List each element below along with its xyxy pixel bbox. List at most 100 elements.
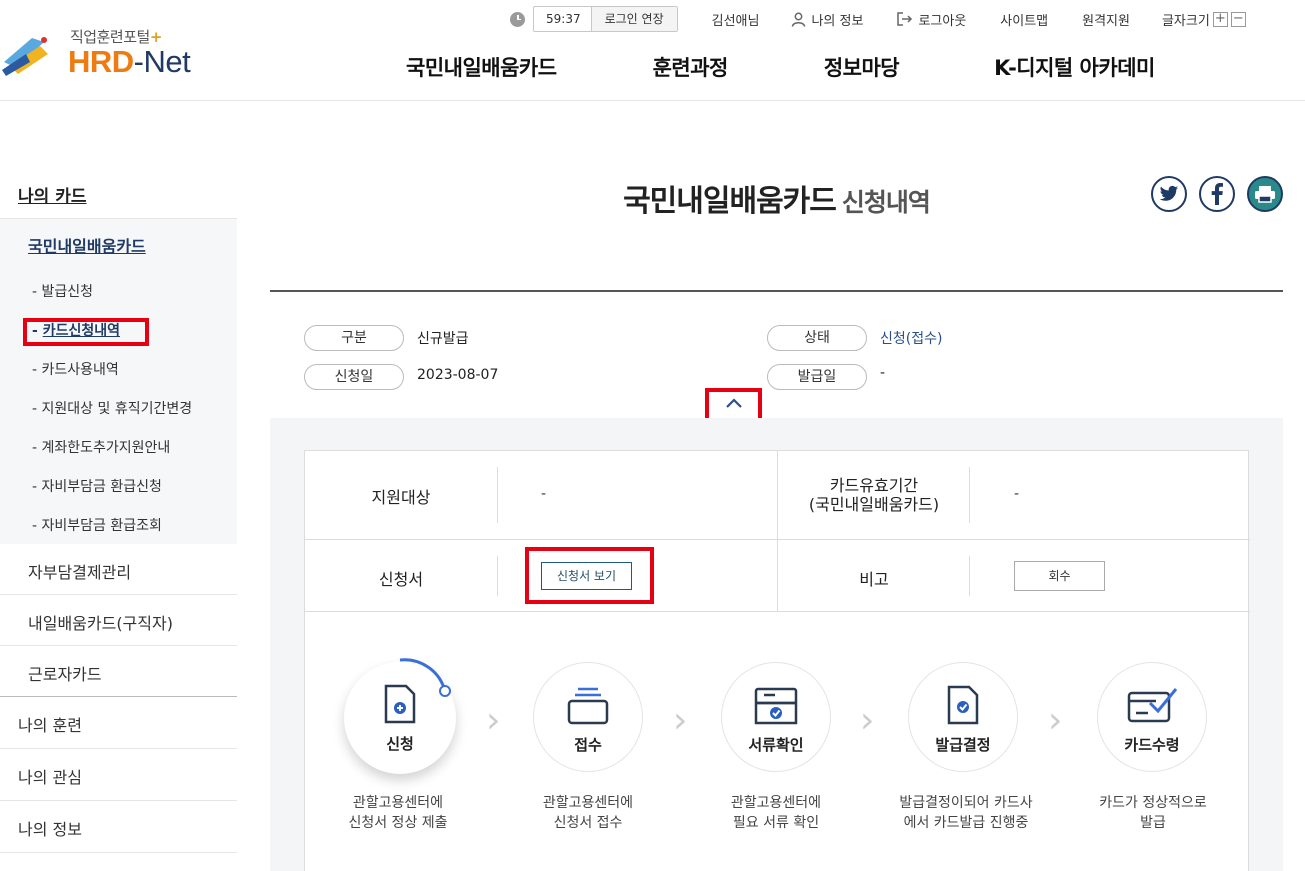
user-name: 김선애님 [711,13,760,29]
session-timer: 59:37 로그인 연장 [533,6,678,32]
step-description: 관할고용센터에 신청서 정상 제출 [348,795,448,831]
status-value: 신청(접수) [880,331,943,347]
type-value: 신규발급 [417,331,469,347]
view-application-button[interactable]: 신청서 보기 [541,562,632,590]
sidebar-item-label: 계좌한도추가지원안내 [41,440,171,456]
step-label: 발급결정 [935,736,991,754]
sidebar-item-label: 발급신청 [41,284,94,300]
sidebar-item-label: 지원대상 및 휴직기간변경 [41,401,193,417]
sidebar-item-card-apply-history[interactable]: - 카드신청내역 [0,310,237,349]
twitter-share-button[interactable] [1151,176,1187,212]
sidebar-my-card[interactable]: 나의 카드 [0,168,237,219]
timer-value: 59:37 [546,12,581,26]
sidebar-item-jobseeker-card[interactable]: 내일배움카드(구직자) [0,595,237,646]
logout-link[interactable]: 로그아웃 [897,10,966,29]
sidebar-my-info[interactable]: 나의 정보 [0,801,237,853]
divider [497,556,498,596]
remote-support-link[interactable]: 원격지원 [1082,10,1130,29]
font-decrease-button[interactable]: − [1230,11,1246,27]
step-issue-decision: 발급결정 [908,662,1018,772]
extend-login-button[interactable]: 로그인 연장 [590,7,677,31]
sidebar-my-interest[interactable]: 나의 관심 [0,749,237,801]
step-description: 카드가 정상적으로 발급 [1099,795,1207,831]
detail-row-form: 신청서 신청서 보기 비고 회수 [305,540,1250,612]
sitemap-link[interactable]: 사이트맵 [1000,10,1048,29]
utility-bar: 59:37 로그인 연장 김선애님 나의 정보 로그아웃 사이트맵 원격지원 글… [510,5,1246,33]
inbox-tray-icon [567,687,609,725]
share-buttons [1151,176,1283,212]
twitter-icon [1159,185,1179,201]
page-subtitle: 신청내역 [841,188,931,217]
type-label: 구분 [304,325,404,351]
sidebar-item-label: 카드신청내역 [42,323,120,339]
font-size-label: 글자크기 [1161,13,1210,29]
step-description: 관할고용센터에 신청서 접수 [542,795,634,831]
step-description: 관할고용센터에 필요 서류 확인 [730,795,822,831]
my-info-link[interactable]: 나의 정보 [791,10,863,29]
nav-training-courses[interactable]: 훈련과정 [653,52,729,82]
step-description: 발급결정이되어 카드사 에서 카드발급 진행중 [899,795,1033,831]
sidebar-item-target-change[interactable]: - 지원대상 및 휴직기간변경 [0,388,237,427]
validity-label: 카드유효기간 (국민내일배움카드) [778,476,970,514]
validity-label-line2: (국민내일배움카드) [808,495,940,514]
facebook-share-button[interactable] [1199,176,1235,212]
form-label: 신청서 [378,570,424,589]
target-label: 지원대상 [371,488,431,507]
facebook-icon [1211,183,1223,205]
logout-icon [897,12,913,26]
nav-k-digital[interactable]: K-디지털 아카데미 [994,52,1155,82]
card-check-icon [1127,688,1178,723]
sidebar-naeil-card[interactable]: 국민내일배움카드 [0,219,237,271]
divider [497,467,498,523]
page-title: 국민내일배움카드 신청내역 [623,184,931,219]
hrd-net-logo[interactable]: 직업훈련포털+ HRD-Net [0,22,230,82]
logo-text: HRD-Net [68,44,191,79]
my-info-label: 나의 정보 [811,13,864,29]
detail-row-target: 지원대상 - 카드유효기간 (국민내일배움카드) - [305,451,1250,540]
sidebar-item-label: 자비부담금 환급조회 [41,518,162,534]
sidebar-item-self-payment[interactable]: 자부담결제관리 [0,544,237,595]
main-nav: 국민내일배움카드 훈련과정 정보마당 K-디지털 아카데미 [406,52,1155,82]
nav-info[interactable]: 정보마당 [824,52,900,82]
sidebar-item-refund-inquiry[interactable]: - 자비부담금 환급조회 [0,505,237,544]
step-label: 서류확인 [748,736,804,754]
nav-naeil-card[interactable]: 국민내일배움카드 [406,52,557,82]
step-document-check: 서류확인 [721,662,831,772]
sidebar-item-issue-apply[interactable]: - 발급신청 [0,271,237,310]
sidebar-item-limit-support[interactable]: - 계좌한도추가지원안내 [0,427,237,466]
title-divider [270,290,1283,292]
status-label: 상태 [767,325,867,351]
chevron-right-icon: › [486,700,501,741]
divider [969,467,970,523]
sidebar-my-training[interactable]: 나의 훈련 [0,697,237,749]
validity-value: - [1014,486,1020,502]
target-value: - [541,486,547,502]
sidebar-item-label: 카드사용내역 [41,362,119,378]
progress-arc-icon [399,658,451,697]
issue-date-value: - [880,365,886,381]
logo-mark-icon [2,37,48,76]
person-icon [792,12,806,27]
validity-label-line1: 카드유효기간 [829,476,919,495]
chevron-up-icon[interactable] [722,392,746,414]
withdraw-button[interactable]: 회수 [1014,561,1105,591]
step-received: 접수 [533,662,643,772]
sidebar-item-worker-card[interactable]: 근로자카드 [0,646,237,697]
step-label: 카드수령 [1124,736,1180,754]
font-increase-button[interactable]: + [1212,11,1228,27]
sidebar-submenu: 국민내일배움카드 - 발급신청 - 카드신청내역 - 카드사용내역 - 지원대상… [0,219,237,544]
note-label: 비고 [859,570,889,589]
chevron-right-icon: › [673,700,688,741]
site-header: 직업훈련포털+ HRD-Net 59:37 로그인 연장 김선애님 나의 정보 … [0,0,1305,101]
sidebar-item-refund-apply[interactable]: - 자비부담금 환급신청 [0,466,237,505]
chevron-right-icon: › [1048,700,1063,741]
sidebar-item-label: 자비부담금 환급신청 [41,479,162,495]
printer-icon [1255,186,1275,203]
divider [969,556,970,596]
print-button[interactable] [1247,176,1283,212]
sidebar-item-card-usage[interactable]: - 카드사용내역 [0,349,237,388]
step-card-received: 카드수령 [1097,662,1207,772]
clock-icon [510,11,525,27]
document-check-icon [947,685,979,725]
chevron-right-icon: › [860,700,875,741]
